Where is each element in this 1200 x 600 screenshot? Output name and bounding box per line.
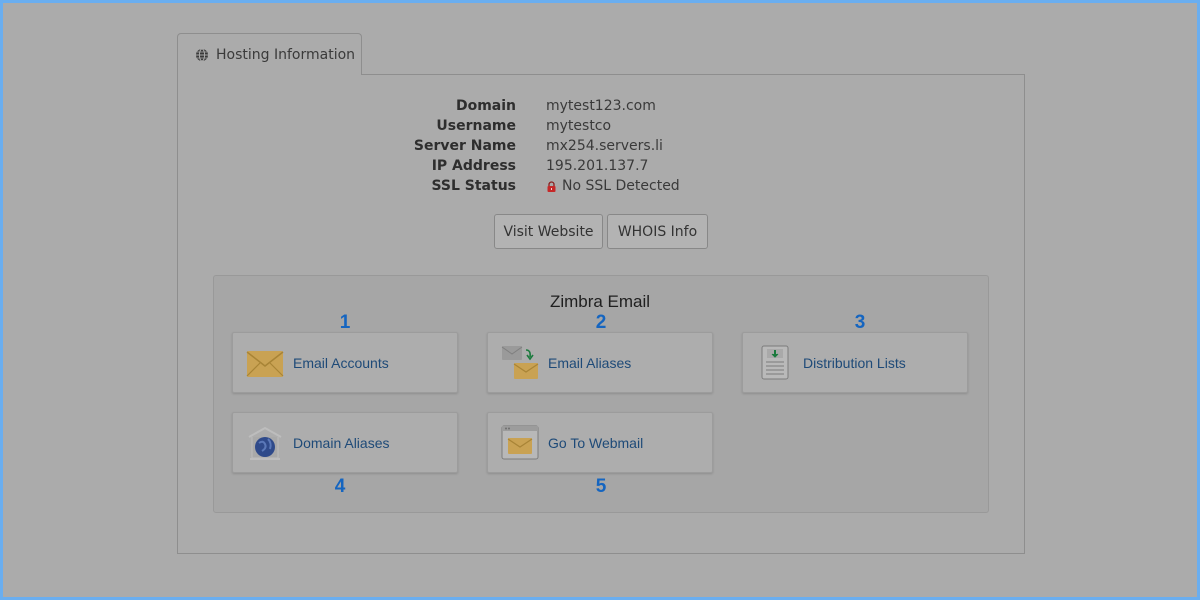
ip-address-value: 195.201.137.7 <box>546 158 649 174</box>
tile-number-1: 1 <box>339 312 351 333</box>
email-accounts-tile[interactable]: Email Accounts <box>232 332 458 393</box>
email-accounts-label: Email Accounts <box>293 354 389 371</box>
email-aliases-label: Email Aliases <box>548 354 632 371</box>
envelope-icon <box>246 350 284 377</box>
ip-address-label: IP Address <box>431 158 516 174</box>
server-name-label: Server Name <box>413 138 516 154</box>
webmail-window-icon <box>501 425 539 459</box>
tile-number-5: 5 <box>595 476 607 497</box>
tile-number-2: 2 <box>595 312 607 333</box>
domain-value: mytest123.com <box>546 98 656 114</box>
distribution-lists-tile[interactable]: Distribution Lists <box>742 332 968 393</box>
go-to-webmail-label: Go To Webmail <box>548 434 644 451</box>
ip-address-row: IP Address 195.201.137.7 <box>400 156 800 176</box>
username-value: mytestco <box>546 118 612 134</box>
document-download-icon <box>761 345 789 379</box>
username-label: Username <box>436 118 516 134</box>
hosting-details: Domain mytest123.com Username mytestco S… <box>400 96 800 196</box>
domain-aliases-tile[interactable]: Domain Aliases <box>232 412 458 473</box>
ssl-status-label: SSL Status <box>431 178 516 194</box>
email-aliases-tile[interactable]: Email Aliases <box>487 332 713 393</box>
tab-label: Hosting Information <box>216 46 356 63</box>
envelope-forward-icon <box>501 345 539 379</box>
server-name-value: mx254.servers.li <box>546 138 663 154</box>
ssl-status-row: SSL Status No SSL Detected <box>400 176 800 196</box>
domain-aliases-label: Domain Aliases <box>293 434 390 451</box>
domain-label: Domain <box>455 98 516 114</box>
username-row: Username mytestco <box>400 116 800 136</box>
lock-icon <box>547 180 556 192</box>
tile-number-3: 3 <box>854 312 866 333</box>
domain-row: Domain mytest123.com <box>400 96 800 116</box>
distribution-lists-label: Distribution Lists <box>803 354 906 371</box>
zimbra-email-title: Zimbra Email <box>549 292 651 311</box>
ssl-status-value: No SSL Detected <box>516 178 680 194</box>
whois-info-button[interactable]: WHOIS Info <box>607 214 708 249</box>
tile-number-4: 4 <box>334 476 346 497</box>
domain-globe-icon <box>248 426 282 460</box>
ssl-status-text: No SSL Detected <box>562 178 680 194</box>
tab-hosting-information[interactable]: Hosting Information <box>177 33 362 75</box>
visit-website-button[interactable]: Visit Website <box>494 214 603 249</box>
globe-icon <box>196 48 208 61</box>
server-name-row: Server Name mx254.servers.li <box>400 136 800 156</box>
go-to-webmail-tile[interactable]: Go To Webmail <box>487 412 713 473</box>
